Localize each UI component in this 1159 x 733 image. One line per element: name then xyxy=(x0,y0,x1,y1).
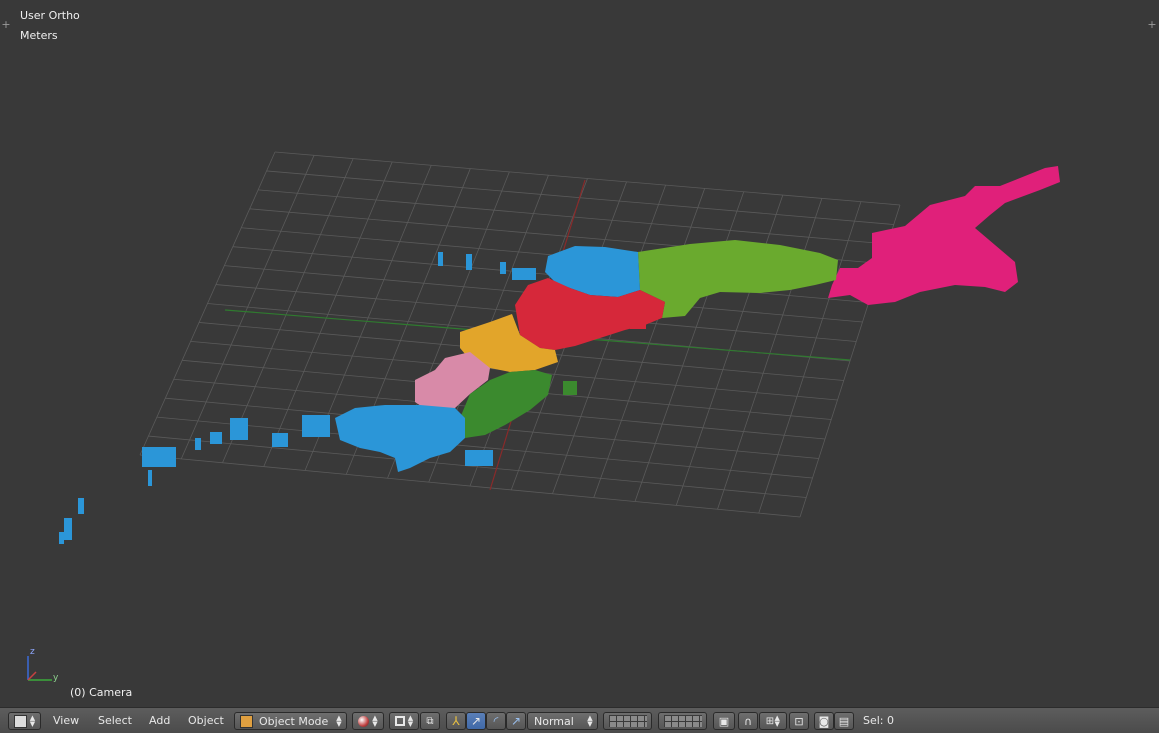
blue-fragment xyxy=(302,415,330,437)
grid-line xyxy=(593,188,706,498)
orientation-label: Normal xyxy=(534,714,574,728)
editor-type-button[interactable]: ▲ ▼ xyxy=(8,712,41,730)
3d-viewport[interactable]: User Ortho Meters + + z y (0) Camera xyxy=(0,0,1159,707)
rotate-manipulator-button[interactable]: ◜ xyxy=(486,712,506,730)
blue-fragment xyxy=(78,498,84,514)
render-camera-icon: ◙ xyxy=(818,714,830,728)
grid-line xyxy=(148,435,807,498)
blue-fragment xyxy=(438,252,443,266)
transform-orientation-icon: ⧉ xyxy=(426,715,434,727)
blue-fragment xyxy=(210,432,222,444)
blue-fragment xyxy=(512,268,536,280)
snap-element-select[interactable]: ⊞ ▲ ▼ xyxy=(759,712,787,730)
blue-fragment xyxy=(59,532,64,544)
blue-fragment xyxy=(500,262,506,274)
axis-gizmo xyxy=(27,656,52,681)
pivot-point-select[interactable]: ▲ ▼ xyxy=(389,712,419,730)
scale-arrow-icon: ↗ xyxy=(510,714,522,728)
rotate-arc-icon: ◜ xyxy=(493,714,499,728)
region-toggle-right-icon[interactable]: + xyxy=(1147,19,1157,30)
updown-icon: ▲ ▼ xyxy=(774,714,780,728)
mode-select[interactable]: Object Mode ▲ ▼ xyxy=(234,712,347,730)
mode-label: Object Mode xyxy=(259,714,329,728)
viewport-shading-select[interactable]: ▲ ▼ xyxy=(352,712,384,730)
region-magenta xyxy=(828,166,1060,305)
updown-icon: ▲ ▼ xyxy=(587,714,593,728)
scale-manipulator-button[interactable]: ↗ xyxy=(506,712,526,730)
layers-grid-a[interactable] xyxy=(603,712,652,730)
shading-sphere-icon xyxy=(358,715,369,727)
blue-fragment xyxy=(195,438,201,450)
blue-fragment xyxy=(466,254,472,270)
view-name-label: User Ortho xyxy=(20,9,80,22)
clapperboard-icon: ▤ xyxy=(838,714,850,728)
menu-object[interactable]: Object xyxy=(188,713,224,729)
region-toggle-left-icon[interactable]: + xyxy=(1,19,11,30)
selection-status: Sel: 0 xyxy=(863,714,895,727)
blue-fragment xyxy=(148,470,152,486)
updown-icon: ▲ ▼ xyxy=(407,714,414,728)
render-animation-button[interactable]: ▤ xyxy=(834,712,854,730)
pivot-point-icon xyxy=(394,716,405,726)
scene-canvas[interactable] xyxy=(0,0,1159,707)
lock-camera-icon: ▣ xyxy=(718,714,730,728)
layers-grid-icon xyxy=(663,715,702,727)
object-info-label: (0) Camera xyxy=(70,686,133,699)
snap-toggle[interactable]: ∩ xyxy=(738,712,758,730)
gizmo-z-label: z xyxy=(30,647,35,657)
green-fragment xyxy=(563,381,577,395)
proportional-edit-button[interactable]: ⧉ xyxy=(420,712,440,730)
3d-view-header: ▲ ▼ View Select Add Object Object Mode ▲ ▼… xyxy=(0,707,1159,733)
snap-target-icon: ⊞ xyxy=(765,715,775,727)
region-blue-main xyxy=(335,405,465,472)
manipulator-toggle[interactable]: ⅄ xyxy=(446,712,466,730)
region-lightgreen xyxy=(638,240,838,318)
menu-view[interactable]: View xyxy=(53,713,79,729)
snap-magnet-icon: ∩ xyxy=(743,714,753,728)
menu-add[interactable]: Add xyxy=(149,713,170,729)
updown-icon: ▲ ▼ xyxy=(336,714,342,728)
snap-grid-icon: ⊡ xyxy=(794,714,804,728)
blue-fragment xyxy=(272,433,288,447)
translate-manipulator-button[interactable]: ↗ xyxy=(466,712,486,730)
units-label: Meters xyxy=(20,29,58,42)
transform-orientation-select[interactable]: Normal ▲ ▼ xyxy=(527,712,598,730)
render-preview-button[interactable]: ◙ xyxy=(814,712,834,730)
green-fragment xyxy=(630,315,646,329)
cube-mode-icon xyxy=(240,714,253,728)
updown-icon: ▲ ▼ xyxy=(372,714,378,728)
manipulator-icon: ⅄ xyxy=(452,714,460,728)
blue-fragment xyxy=(230,418,248,440)
snap-target-button[interactable]: ⊡ xyxy=(789,712,809,730)
blue-fragment xyxy=(465,450,493,466)
cube-editor-icon xyxy=(13,714,27,728)
menu-select[interactable]: Select xyxy=(98,713,132,729)
translate-arrow-icon: ↗ xyxy=(470,714,482,728)
lock-camera-button[interactable]: ▣ xyxy=(713,712,735,730)
blue-fragment xyxy=(142,447,176,467)
layers-grid-icon xyxy=(608,715,647,727)
updown-icon: ▲ ▼ xyxy=(29,714,36,728)
layers-grid-b[interactable] xyxy=(658,712,707,730)
gizmo-y-label: y xyxy=(53,673,59,683)
blue-fragment xyxy=(64,518,72,540)
